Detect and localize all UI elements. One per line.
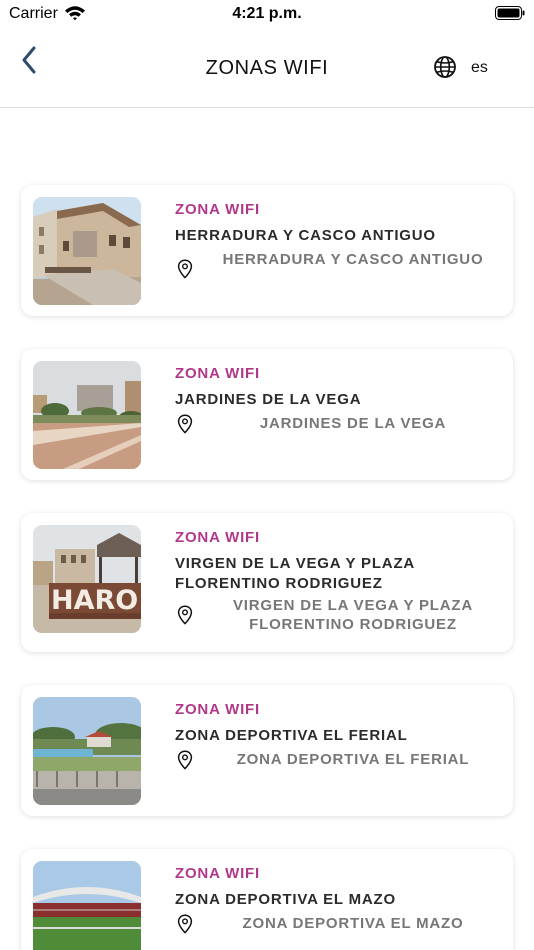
zone-photo (33, 197, 141, 305)
zone-type-label: ZONA WIFI (175, 701, 260, 718)
zone-address: ZONA DEPORTIVA EL MAZO (242, 915, 464, 932)
wifi-zone-card[interactable]: ZONA WIFI JARDINES DE LA VEGA JARDINES D… (21, 349, 513, 480)
wifi-zone-card[interactable]: HARO ZONA WIFI VIRGEN DE LA VEGA Y PLAZA… (21, 513, 513, 652)
wifi-zone-list: ZONA WIFI HERRADURA Y CASCO ANTIGUO HERR… (0, 109, 534, 950)
zone-address: VIRGEN DE LA VEGA Y PLAZA FLORENTINO ROD… (232, 597, 474, 633)
location-pin-icon (177, 605, 193, 625)
location-pin-icon (177, 259, 193, 279)
battery-icon (495, 6, 525, 20)
zone-photo (33, 697, 141, 805)
zone-name: ZONA DEPORTIVA EL MAZO (175, 891, 396, 908)
globe-icon[interactable] (433, 55, 457, 79)
location-pin-icon (177, 914, 193, 934)
zone-photo (33, 361, 141, 469)
status-bar: Carrier 4:21 p.m. (0, 0, 534, 28)
zone-type-label: ZONA WIFI (175, 365, 260, 382)
zone-type-label: ZONA WIFI (175, 865, 260, 882)
zone-name: ZONA DEPORTIVA EL FERIAL (175, 727, 408, 744)
zone-name: JARDINES DE LA VEGA (175, 391, 362, 408)
haro-sign-text: HARO (51, 585, 138, 616)
location-pin-icon (177, 414, 193, 434)
wifi-zone-card[interactable]: ZONA WIFI ZONA DEPORTIVA EL FERIAL ZONA … (21, 685, 513, 816)
navigation-bar: ZONAS WIFI es (0, 28, 534, 108)
zone-address: HERRADURA Y CASCO ANTIGUO (222, 251, 484, 268)
zone-name: HERRADURA Y CASCO ANTIGUO (175, 227, 436, 244)
wifi-zone-card[interactable]: ZONA WIFI HERRADURA Y CASCO ANTIGUO HERR… (21, 185, 513, 316)
zone-address: JARDINES DE LA VEGA (259, 415, 447, 432)
wifi-zone-card[interactable]: ZONA WIFI ZONA DEPORTIVA EL MAZO ZONA DE… (21, 849, 513, 950)
zone-type-label: ZONA WIFI (175, 201, 260, 218)
zone-type-label: ZONA WIFI (175, 529, 260, 546)
zone-photo (33, 861, 141, 950)
zone-photo: HARO (33, 525, 141, 633)
location-pin-icon (177, 750, 193, 770)
clock: 4:21 p.m. (232, 5, 302, 22)
language-selector[interactable]: es (471, 59, 488, 77)
zone-address: ZONA DEPORTIVA EL FERIAL (236, 751, 470, 768)
zone-name: VIRGEN DE LA VEGA Y PLAZA FLORENTINO ROD… (175, 555, 415, 592)
